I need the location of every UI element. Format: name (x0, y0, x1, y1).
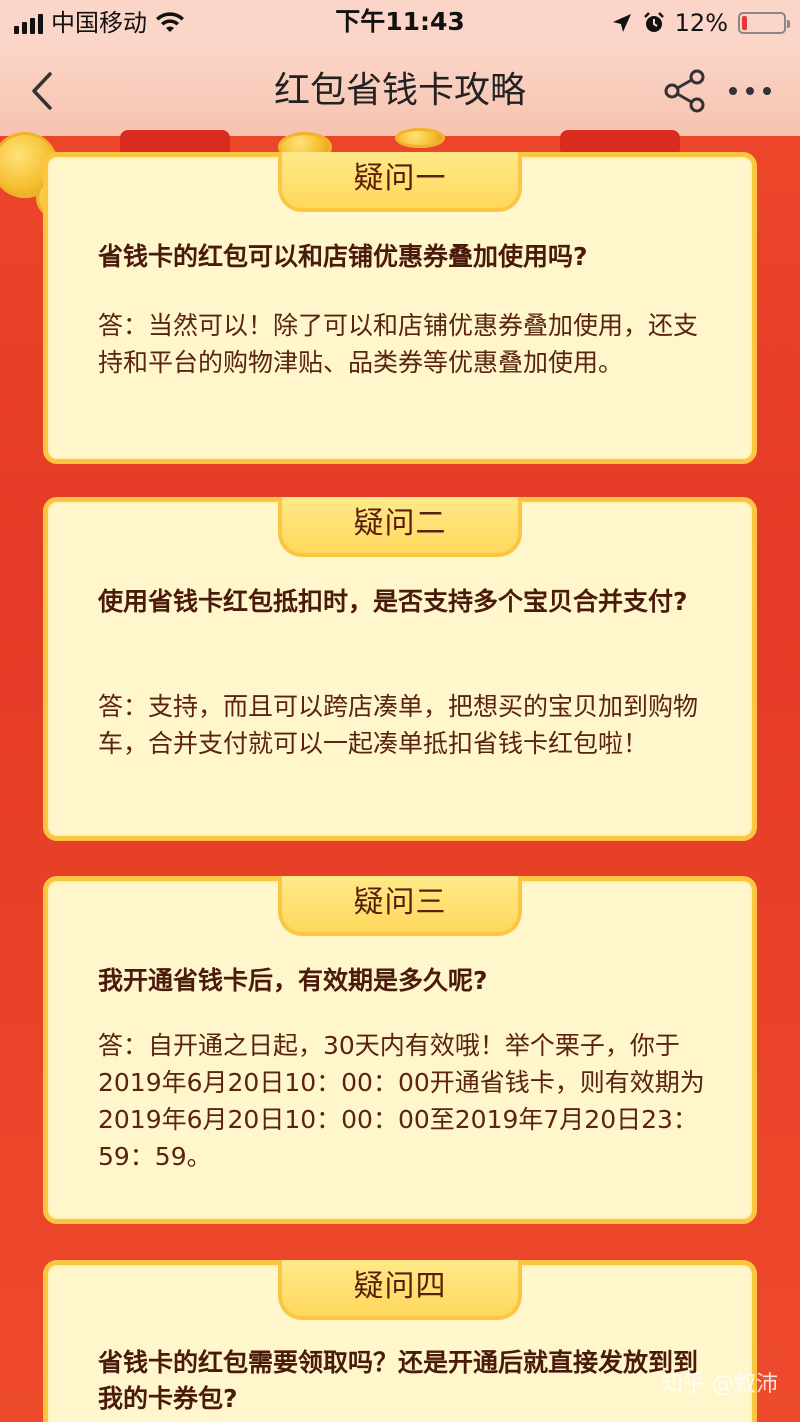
faq-answer: 答：支持，而且可以跨店凑单，把想买的宝贝加到购物车，合并支付就可以一起凑单抵扣省… (98, 692, 699, 758)
faq-answer: 答：自开通之日起，30天内有效哦！举个栗子，你于2019年6月20日10：00：… (98, 1031, 705, 1171)
faq-card-tab-label: 疑问四 (353, 1269, 447, 1304)
faq-card-tab: 疑问二 (278, 497, 522, 557)
share-icon[interactable] (662, 68, 708, 114)
battery-icon (738, 12, 790, 34)
faq-card-tab-label: 疑问二 (353, 506, 447, 541)
faq-card: 疑问三 我开通省钱卡后，有效期是多久呢? 答：自开通之日起，30天内有效哦！举个… (43, 876, 757, 1224)
status-right: 12% (611, 8, 790, 38)
faq-card-tab-label: 疑问三 (353, 885, 447, 920)
faq-card: 疑问四 省钱卡的红包需要领取吗？还是开通后就直接发放到到我的卡券包? (43, 1260, 757, 1422)
faq-card-tab: 疑问一 (278, 152, 522, 212)
status-bar: 中国移动 下午11:43 12% (0, 0, 800, 46)
watermark: 知乎 @叙沛 (661, 1372, 778, 1397)
faq-card-tab: 疑问三 (278, 876, 522, 936)
faq-question: 省钱卡的红包可以和店铺优惠券叠加使用吗? (98, 242, 588, 271)
alarm-clock-icon (643, 12, 664, 32)
gold-coin-decoration (395, 128, 445, 148)
battery-level-fill (742, 16, 747, 30)
battery-percent: 12% (674, 9, 728, 37)
location-arrow-icon (612, 14, 631, 32)
faq-card-tab: 疑问四 (278, 1260, 522, 1320)
faq-answer: 答：当然可以！除了可以和店铺优惠券叠加使用，还支持和平台的购物津贴、品类券等优惠… (98, 311, 699, 377)
nav-bar: 红包省钱卡攻略 (0, 46, 800, 136)
faq-card: 疑问二 使用省钱卡红包抵扣时，是否支持多个宝贝合并支付? 答：支持，而且可以跨店… (43, 497, 757, 841)
faq-card: 疑问一 省钱卡的红包可以和店铺优惠券叠加使用吗? 答：当然可以！除了可以和店铺优… (43, 152, 757, 464)
faq-card-tab-label: 疑问一 (353, 161, 447, 196)
faq-question: 省钱卡的红包需要领取吗？还是开通后就直接发放到到我的卡券包? (98, 1348, 699, 1413)
more-icon[interactable] (726, 84, 774, 98)
faq-question: 使用省钱卡红包抵扣时，是否支持多个宝贝合并支付? (98, 587, 688, 616)
faq-question: 我开通省钱卡后，有效期是多久呢? (98, 966, 488, 995)
